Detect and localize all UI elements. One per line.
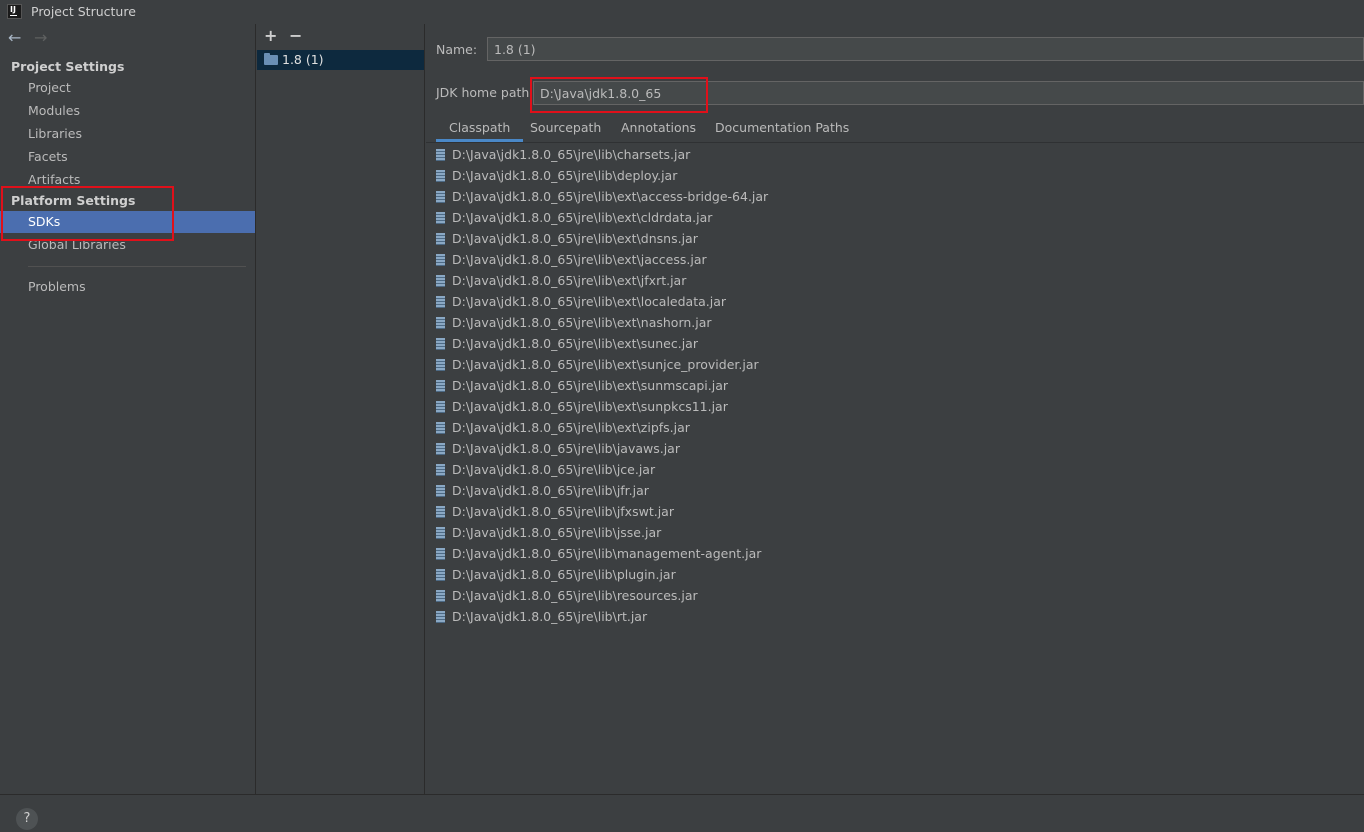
classpath-entry-label: D:\Java\jdk1.8.0_65\jre\lib\ext\sunjce_p… — [452, 357, 759, 372]
classpath-entry-label: D:\Java\jdk1.8.0_65\jre\lib\ext\access-b… — [452, 189, 769, 204]
classpath-entry-label: D:\Java\jdk1.8.0_65\jre\lib\rt.jar — [452, 609, 648, 624]
settings-sidebar: ← → Project Settings Project Modules Lib… — [0, 24, 256, 794]
sidebar-item-modules[interactable]: Modules — [0, 100, 255, 122]
sidebar-item-artifacts[interactable]: Artifacts — [0, 169, 255, 191]
add-sdk-button[interactable]: + — [264, 27, 277, 45]
classpath-entry-label: D:\Java\jdk1.8.0_65\jre\lib\ext\dnsns.ja… — [452, 231, 698, 246]
classpath-entry-label: D:\Java\jdk1.8.0_65\jre\lib\jce.jar — [452, 462, 656, 477]
jar-icon — [436, 359, 445, 371]
classpath-entry-label: D:\Java\jdk1.8.0_65\jre\lib\jsse.jar — [452, 525, 662, 540]
classpath-entry-label: D:\Java\jdk1.8.0_65\jre\lib\ext\zipfs.ja… — [452, 420, 690, 435]
name-label: Name: — [436, 42, 478, 57]
classpath-entry-label: D:\Java\jdk1.8.0_65\jre\lib\ext\jfxrt.ja… — [452, 273, 687, 288]
sidebar-item-libraries[interactable]: Libraries — [0, 123, 255, 145]
classpath-entry-label: D:\Java\jdk1.8.0_65\jre\lib\ext\nashorn.… — [452, 315, 712, 330]
project-settings-header: Project Settings — [11, 59, 125, 74]
classpath-entry-label: D:\Java\jdk1.8.0_65\jre\lib\jfr.jar — [452, 483, 649, 498]
jar-icon — [436, 506, 445, 518]
jar-icon — [436, 485, 445, 497]
sidebar-item-global-libraries[interactable]: Global Libraries — [0, 234, 255, 256]
jar-icon — [436, 170, 445, 182]
jar-icon — [436, 422, 445, 434]
platform-settings-header: Platform Settings — [11, 193, 136, 208]
classpath-entry-label: D:\Java\jdk1.8.0_65\jre\lib\ext\cldrdata… — [452, 210, 713, 225]
jar-icon — [436, 590, 445, 602]
jar-icon — [436, 338, 445, 350]
tab-documentation-paths[interactable]: Documentation Paths — [715, 118, 849, 142]
jar-icon — [436, 380, 445, 392]
classpath-entry-label: D:\Java\jdk1.8.0_65\jre\lib\ext\localeda… — [452, 294, 727, 309]
help-button[interactable]: ? — [16, 808, 38, 830]
intellij-logo-icon: IJ — [7, 4, 22, 19]
sdk-details-panel: Name: JDK home path: Classpath Sourcepat… — [426, 24, 1364, 794]
sidebar-item-facets[interactable]: Facets — [0, 146, 255, 168]
jar-icon — [436, 191, 445, 203]
window-title: Project Structure — [31, 4, 136, 19]
classpath-entry-label: D:\Java\jdk1.8.0_65\jre\lib\plugin.jar — [452, 567, 676, 582]
jar-icon — [436, 569, 445, 581]
jar-icon — [436, 317, 445, 329]
bottom-bar: ? — [0, 794, 1364, 832]
forward-arrow-icon[interactable]: → — [34, 30, 47, 46]
sidebar-item-project[interactable]: Project — [0, 77, 255, 99]
sidebar-item-problems[interactable]: Problems — [0, 276, 255, 298]
classpath-entry-label: D:\Java\jdk1.8.0_65\jre\lib\management-a… — [452, 546, 762, 561]
jar-icon — [436, 275, 445, 287]
remove-sdk-button[interactable]: − — [289, 27, 302, 45]
jar-icon — [436, 611, 445, 623]
jar-icon — [436, 443, 445, 455]
jar-icon — [436, 254, 445, 266]
jar-icon — [436, 401, 445, 413]
jar-icon — [436, 233, 445, 245]
title-bar: IJ Project Structure — [0, 0, 1364, 24]
classpath-entry-label: D:\Java\jdk1.8.0_65\jre\lib\ext\sunec.ja… — [452, 336, 698, 351]
sdk-folder-icon — [264, 53, 278, 65]
sdk-list-panel: + − 1.8 (1) — [257, 24, 425, 794]
jar-icon — [436, 212, 445, 224]
tab-annotations[interactable]: Annotations — [621, 118, 696, 142]
jar-icon — [436, 149, 445, 161]
sdk-item-label: 1.8 (1) — [282, 52, 324, 67]
classpath-entry-label: D:\Java\jdk1.8.0_65\jre\lib\javaws.jar — [452, 441, 680, 456]
sidebar-item-sdks[interactable]: SDKs — [0, 211, 255, 233]
classpath-entry-label: D:\Java\jdk1.8.0_65\jre\lib\ext\jaccess.… — [452, 252, 707, 267]
tab-separator — [426, 142, 1364, 143]
tab-sourcepath[interactable]: Sourcepath — [530, 118, 601, 142]
jar-icon — [436, 296, 445, 308]
jar-icon — [436, 527, 445, 539]
classpath-entry-label: D:\Java\jdk1.8.0_65\jre\lib\ext\sunpkcs1… — [452, 399, 728, 414]
classpath-entry-label: D:\Java\jdk1.8.0_65\jre\lib\ext\sunmscap… — [452, 378, 729, 393]
back-arrow-icon[interactable]: ← — [8, 30, 21, 46]
sdk-list-item[interactable]: 1.8 (1) — [257, 50, 424, 70]
jar-icon — [436, 464, 445, 476]
classpath-entry-label: D:\Java\jdk1.8.0_65\jre\lib\charsets.jar — [452, 147, 691, 162]
classpath-entry-label: D:\Java\jdk1.8.0_65\jre\lib\jfxswt.jar — [452, 504, 674, 519]
sdk-name-input[interactable] — [487, 37, 1364, 61]
jar-icon — [436, 548, 445, 560]
jdk-home-path-label: JDK home path: — [436, 85, 534, 100]
jdk-home-path-input[interactable] — [533, 81, 1364, 105]
classpath-entry-label: D:\Java\jdk1.8.0_65\jre\lib\deploy.jar — [452, 168, 678, 183]
classpath-entry-label: D:\Java\jdk1.8.0_65\jre\lib\resources.ja… — [452, 588, 698, 603]
tab-classpath[interactable]: Classpath — [436, 118, 524, 142]
sidebar-divider — [28, 266, 246, 267]
